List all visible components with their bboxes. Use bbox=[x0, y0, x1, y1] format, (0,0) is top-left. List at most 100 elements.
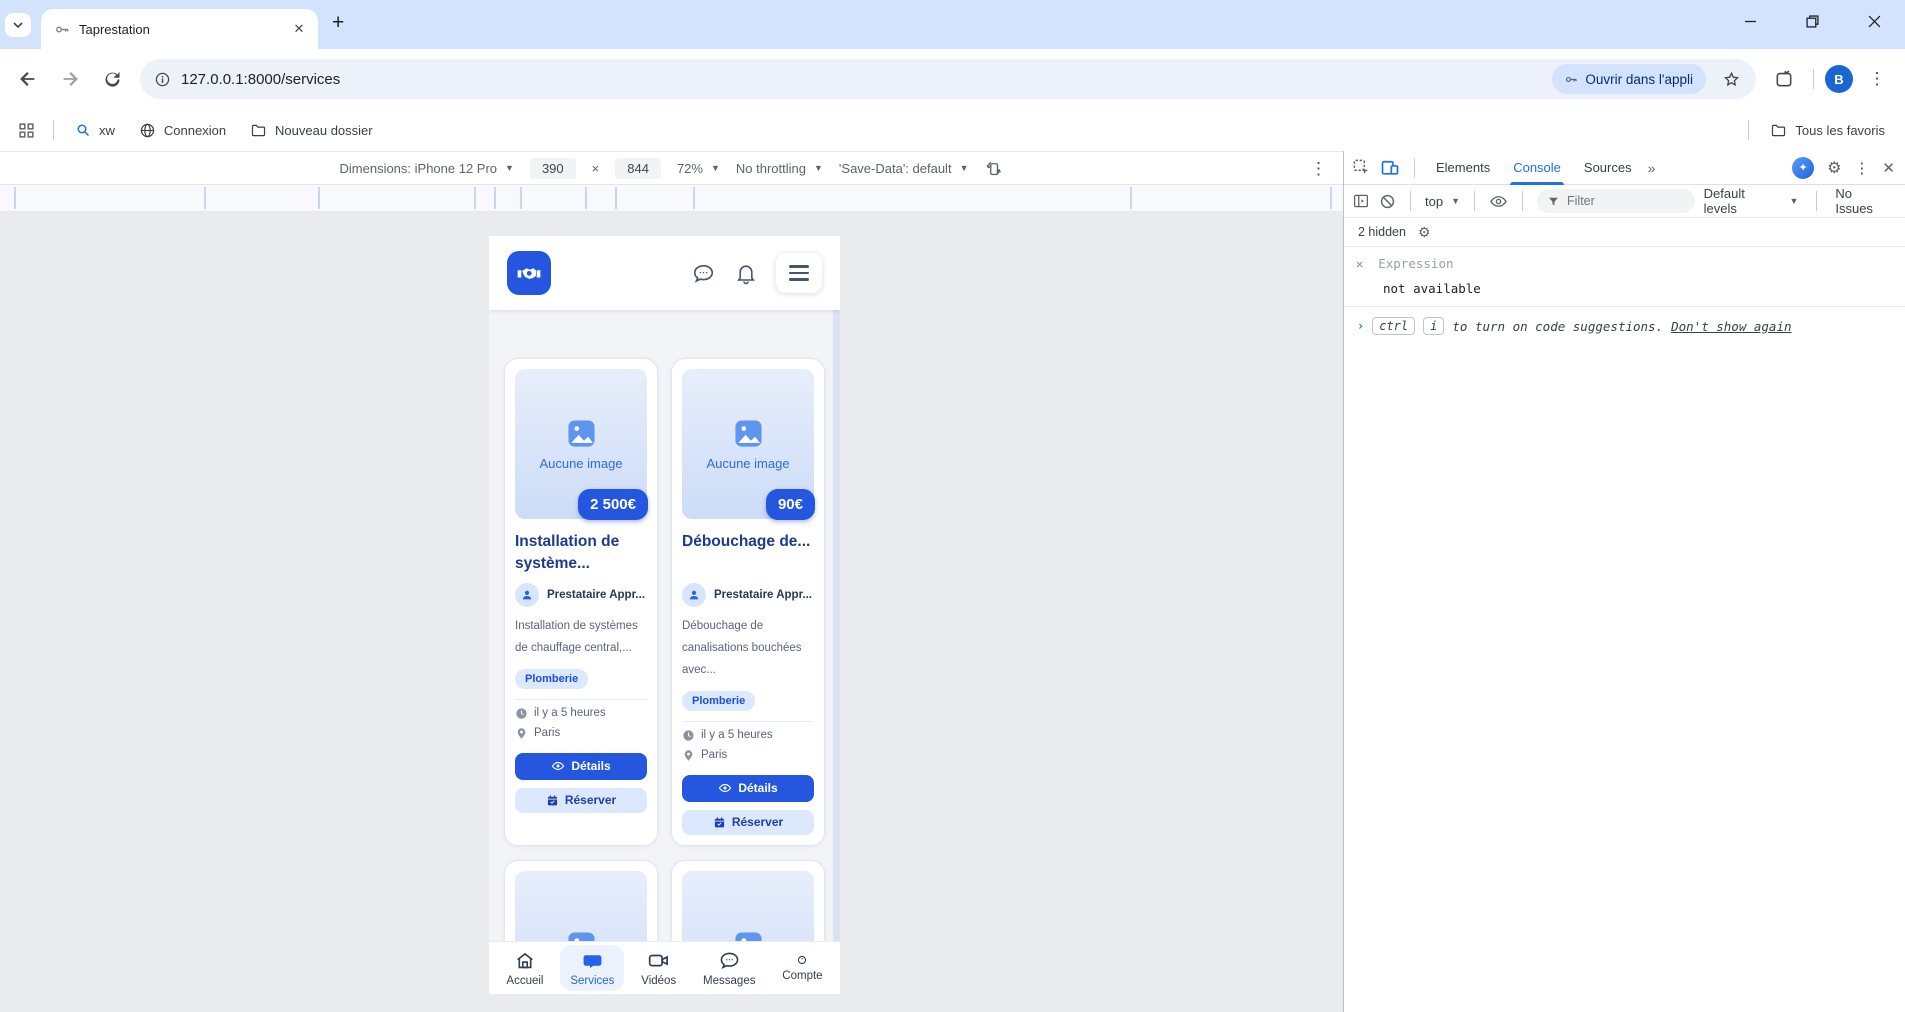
inspect-element-icon[interactable] bbox=[1352, 158, 1371, 177]
service-card[interactable] bbox=[504, 860, 658, 941]
all-bookmarks-button[interactable]: Tous les favoris bbox=[1762, 118, 1893, 143]
devtools-divider bbox=[1414, 158, 1415, 178]
bookmark-connexion[interactable]: Connexion bbox=[131, 118, 234, 143]
browser-menu-button[interactable]: ⋮ bbox=[1859, 61, 1895, 97]
page-scrollbar[interactable] bbox=[833, 310, 840, 941]
console-filter[interactable] bbox=[1537, 189, 1695, 213]
console-toolbar: top ▼ Default levels ▼ No Issues bbox=[1344, 185, 1905, 218]
apps-grid-button[interactable] bbox=[12, 116, 40, 144]
bookmark-nouveau-dossier[interactable]: Nouveau dossier bbox=[242, 118, 381, 143]
issues-counter[interactable]: No Issues bbox=[1835, 186, 1893, 216]
ai-assistant-button[interactable]: ✦ bbox=[1792, 157, 1814, 179]
bookmark-star-button[interactable] bbox=[1716, 64, 1746, 94]
bottom-navigation: Accueil Services Vidéos Messages bbox=[489, 941, 840, 994]
device-height-field[interactable]: 844 bbox=[615, 158, 661, 179]
header-icons bbox=[691, 253, 822, 293]
devtools-menu-button[interactable]: ⋮ bbox=[1854, 159, 1869, 177]
open-in-app-chip[interactable]: Ouvrir dans l'appli bbox=[1552, 64, 1706, 94]
more-tabs-button[interactable]: » bbox=[1648, 160, 1656, 176]
expression-placeholder[interactable]: Expression bbox=[1378, 256, 1453, 271]
tab-elements[interactable]: Elements bbox=[1429, 151, 1497, 185]
clock-icon bbox=[515, 707, 528, 720]
provider-name: Prestataire Appr... bbox=[714, 589, 812, 601]
service-card[interactable]: Aucune image 90€ Débouchage de... Presta… bbox=[671, 358, 825, 846]
browser-tab[interactable]: Taprestation ✕ bbox=[41, 9, 318, 49]
service-card[interactable] bbox=[671, 860, 825, 941]
device-width-field[interactable]: 390 bbox=[530, 158, 576, 179]
reserve-label: Réserver bbox=[565, 793, 616, 807]
omnibox[interactable]: 127.0.0.1:8000/services Ouvrir dans l'ap… bbox=[140, 59, 1756, 99]
nav-home[interactable]: Accueil bbox=[496, 946, 553, 991]
hidden-count: 2 hidden bbox=[1358, 225, 1406, 239]
nav-services[interactable]: Services bbox=[560, 945, 624, 991]
chat-icon[interactable] bbox=[691, 261, 716, 286]
restore-button[interactable] bbox=[1781, 0, 1843, 42]
forward-button[interactable] bbox=[52, 61, 88, 97]
levels-select[interactable]: Default levels ▼ bbox=[1704, 186, 1799, 216]
hidden-settings-icon[interactable]: ⚙ bbox=[1418, 224, 1431, 241]
details-button[interactable]: Détails bbox=[682, 775, 814, 802]
browser-toolbar: 127.0.0.1:8000/services Ouvrir dans l'ap… bbox=[0, 49, 1905, 109]
dont-show-again-link[interactable]: Don't show again bbox=[1671, 319, 1791, 334]
console-divider bbox=[1410, 191, 1411, 211]
tab-sources[interactable]: Sources bbox=[1577, 151, 1639, 185]
console-sidebar-icon[interactable] bbox=[1352, 192, 1370, 210]
hidden-messages-row: 2 hidden ⚙ bbox=[1344, 218, 1905, 247]
globe-icon bbox=[139, 122, 156, 139]
devtools-close-button[interactable]: ✕ bbox=[1882, 159, 1895, 177]
console-divider bbox=[1474, 191, 1475, 211]
category-chip[interactable]: Plomberie bbox=[682, 691, 755, 711]
toggle-device-toolbar-icon[interactable] bbox=[1380, 158, 1400, 178]
save-data-select[interactable]: 'Save-Data': default ▼ bbox=[839, 161, 969, 176]
context-select[interactable]: top ▼ bbox=[1425, 194, 1460, 209]
tab-console[interactable]: Console bbox=[1506, 151, 1568, 185]
zoom-select[interactable]: 72% ▼ bbox=[677, 161, 720, 176]
service-card[interactable]: Aucune image 2 500€ Installation de syst… bbox=[504, 358, 658, 846]
filter-input[interactable] bbox=[1567, 194, 1667, 208]
reserve-button[interactable]: Réserver bbox=[682, 810, 814, 835]
url-text[interactable]: 127.0.0.1:8000/services bbox=[181, 71, 340, 88]
nav-account[interactable]: Compte bbox=[772, 951, 832, 986]
service-description: Installation de systèmes de chauffage ce… bbox=[515, 616, 647, 660]
back-button[interactable] bbox=[10, 61, 46, 97]
console-divider bbox=[1522, 191, 1523, 211]
bookmark-xw[interactable]: xw bbox=[67, 118, 123, 142]
app-header bbox=[489, 236, 840, 310]
minimize-button[interactable] bbox=[1719, 0, 1781, 42]
services-icon bbox=[581, 949, 604, 972]
account-icon bbox=[797, 955, 807, 965]
time-label: il y a 5 heures bbox=[534, 707, 606, 719]
levels-label: Default levels bbox=[1704, 186, 1782, 216]
clear-console-icon[interactable] bbox=[1379, 193, 1396, 210]
console-empty-area[interactable] bbox=[1344, 345, 1905, 1012]
nav-videos[interactable]: Vidéos bbox=[631, 945, 686, 991]
devtools-settings-button[interactable]: ⚙ bbox=[1827, 158, 1841, 178]
device-toolbar-menu[interactable]: ⋮ bbox=[1310, 159, 1327, 179]
close-window-button[interactable] bbox=[1843, 0, 1905, 42]
details-button[interactable]: Détails bbox=[515, 753, 647, 780]
titlebar: Taprestation ✕ + bbox=[0, 0, 1905, 49]
tab-close-icon[interactable]: ✕ bbox=[290, 20, 308, 38]
device-select[interactable]: Dimensions: iPhone 12 Pro ▼ bbox=[340, 161, 514, 176]
tab-search-button[interactable] bbox=[5, 13, 31, 37]
profile-avatar[interactable]: B bbox=[1825, 65, 1853, 93]
bell-icon[interactable] bbox=[734, 261, 758, 285]
reserve-button[interactable]: Réserver bbox=[515, 788, 647, 813]
site-info-icon[interactable] bbox=[154, 71, 171, 88]
new-tab-button[interactable]: + bbox=[332, 11, 344, 35]
funnel-icon bbox=[1547, 195, 1560, 208]
app-logo[interactable] bbox=[507, 251, 551, 295]
reload-button[interactable] bbox=[94, 61, 130, 97]
media-query-ruler[interactable] bbox=[0, 185, 1343, 212]
nav-messages[interactable]: Messages bbox=[693, 945, 765, 991]
throttling-select[interactable]: No throttling ▼ bbox=[736, 161, 823, 176]
live-expression-eye-icon[interactable] bbox=[1489, 192, 1508, 211]
app-menu-button[interactable] bbox=[776, 253, 822, 293]
extensions-button[interactable] bbox=[1766, 61, 1802, 97]
toolbar-divider bbox=[1813, 69, 1814, 89]
category-chip[interactable]: Plomberie bbox=[515, 669, 588, 689]
service-title: Débouchage de... bbox=[682, 531, 814, 575]
pin-icon bbox=[515, 727, 528, 740]
rotate-device-button[interactable] bbox=[984, 159, 1003, 178]
remove-expression-icon[interactable]: ✕ bbox=[1356, 257, 1363, 271]
